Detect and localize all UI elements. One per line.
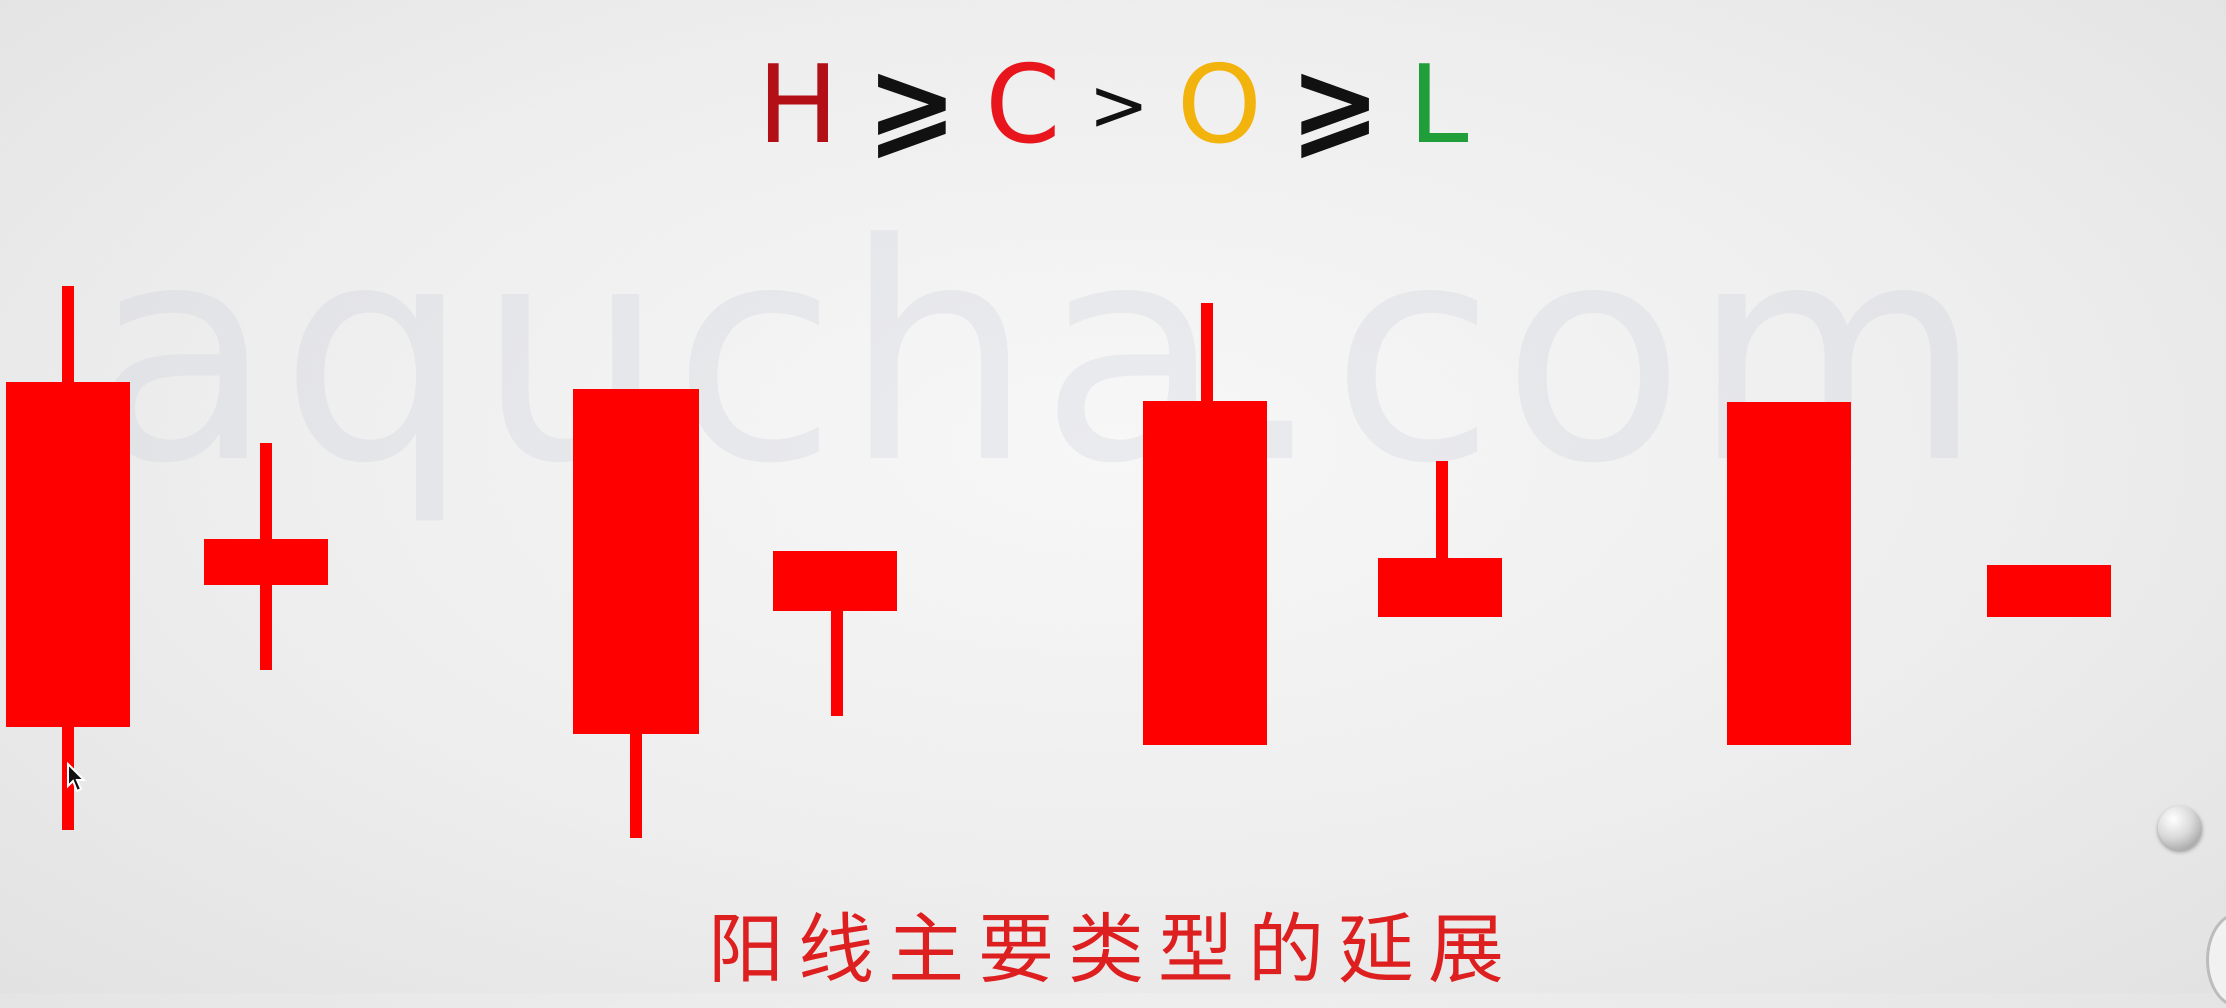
candle-5-upper-shadow <box>1201 303 1213 403</box>
candle-8 <box>1987 565 2111 617</box>
orb-button-icon[interactable] <box>2158 806 2202 850</box>
candle-4-body <box>773 551 897 611</box>
candle-8-body <box>1987 565 2111 617</box>
candle-5-body <box>1143 401 1267 745</box>
candle-3-lower-shadow <box>630 732 642 838</box>
candle-2-body <box>204 539 328 585</box>
candle-6 <box>1378 461 1502 617</box>
candle-5 <box>1143 303 1267 745</box>
candle-4-lower-shadow <box>831 609 843 716</box>
candle-2-lower-shadow <box>260 583 272 670</box>
candlestick-diagram <box>6 286 2111 838</box>
candle-2-upper-shadow <box>260 443 272 541</box>
slide: aqucha.com H ⩾ C > O ⩾ L 阳线主要类型的延展 <box>0 0 2226 1008</box>
candle-2 <box>204 443 328 670</box>
candle-7-body <box>1727 402 1851 745</box>
mouse-pointer-icon <box>67 762 87 793</box>
candle-1 <box>6 286 130 830</box>
caption: 阳线主要类型的延展 <box>708 905 1518 994</box>
candle-6-body <box>1378 558 1502 617</box>
candle-1-body <box>6 382 130 727</box>
candle-1-upper-shadow <box>62 286 74 384</box>
candle-6-upper-shadow <box>1436 461 1448 560</box>
candle-7 <box>1727 402 1851 745</box>
candle-4 <box>773 551 897 716</box>
candle-3 <box>573 389 699 838</box>
candle-3-body <box>573 389 699 734</box>
